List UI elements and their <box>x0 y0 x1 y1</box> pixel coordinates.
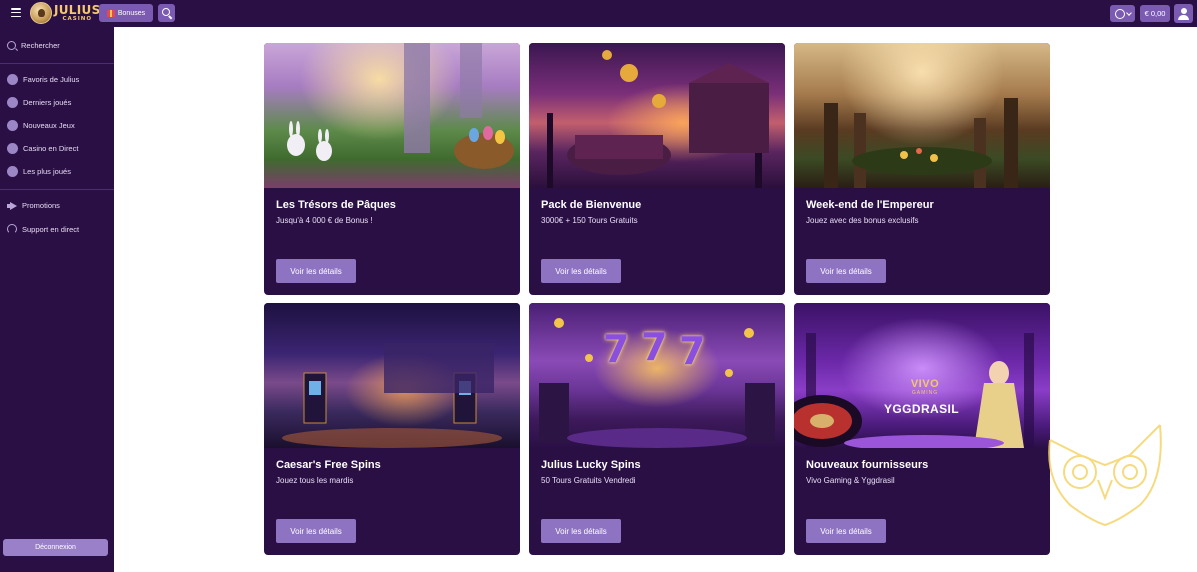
user-account-button[interactable] <box>1174 4 1193 23</box>
coliseum-scene-art <box>547 50 769 188</box>
promo-image <box>529 43 785 188</box>
promo-image <box>264 43 520 188</box>
promo-title: Julius Lucky Spins <box>541 459 641 471</box>
promo-image <box>264 303 520 448</box>
sidebar-item-derniers-joues[interactable]: Derniers joués <box>7 97 71 108</box>
sidebar-item-promotions[interactable]: Promotions <box>7 201 60 210</box>
promo-details-button[interactable]: Voir les détails <box>276 519 356 543</box>
sidebar: Rechercher Favoris de Julius Derniers jo… <box>0 27 114 572</box>
sidebar-item-label: Support en direct <box>22 224 80 234</box>
vivo-gaming-logo: VIVO GAMING <box>894 378 956 396</box>
headset-icon <box>7 224 17 234</box>
user-icon <box>1181 8 1187 14</box>
fire-icon <box>7 166 18 177</box>
yggdrasil-logo: YGGDRASIL <box>884 402 959 416</box>
logo-title: JULIUS <box>54 2 101 17</box>
search-icon <box>7 41 16 50</box>
emperor-feast-art <box>824 98 1018 188</box>
sidebar-item-label: Les plus joués <box>23 167 71 176</box>
promo-image: 7 7 7 <box>529 303 785 448</box>
promo-card-bienvenue: Pack de Bienvenue 3000€ + 150 Tours Grat… <box>529 43 785 295</box>
casino-hall-art <box>282 343 502 448</box>
promo-card-empereur: Week-end de l'Empereur Jouez avec des bo… <box>794 43 1050 295</box>
sidebar-item-label: Nouveaux Jeux <box>23 121 75 130</box>
promo-image <box>794 43 1050 188</box>
promo-card-paques: Les Trésors de Pâques Jusqu'à 4 000 € de… <box>264 43 520 295</box>
promo-subtitle: Jouez tous les mardis <box>276 476 354 485</box>
heart-icon <box>7 74 18 85</box>
logo-emblem-icon <box>30 2 52 24</box>
sidebar-item-label: Promotions <box>22 201 60 210</box>
promo-title: Caesar's Free Spins <box>276 459 381 471</box>
live-icon <box>7 143 18 154</box>
divider <box>0 63 114 64</box>
promo-subtitle: Jusqu'à 4 000 € de Bonus ! <box>276 216 373 225</box>
slot-machines-art <box>539 318 775 448</box>
owl-watermark-icon <box>1048 424 1162 527</box>
promo-subtitle: 3000€ + 150 Tours Gratuits <box>541 216 638 225</box>
easter-scene-art <box>287 43 514 169</box>
divider <box>0 189 114 190</box>
vivo-logo-main: VIVO <box>910 378 940 390</box>
balance-button[interactable]: € 0,00 <box>1140 5 1170 22</box>
roulette-goddess-art <box>794 333 1034 448</box>
promo-card-lucky: 7 7 7 Julius Lucky Spins 50 Tours Gratui… <box>529 303 785 555</box>
promo-image: VIVO GAMING YGGDRASIL <box>794 303 1050 448</box>
promo-title: Pack de Bienvenue <box>541 199 642 211</box>
sidebar-item-label: Casino en Direct <box>23 144 79 153</box>
megaphone-icon <box>7 201 17 210</box>
chevron-down-icon <box>1125 9 1132 16</box>
search-button[interactable] <box>158 4 175 22</box>
top-bar: JULIUS CASINO Bonuses € 0,00 <box>0 0 1197 27</box>
promo-details-button[interactable]: Voir les détails <box>806 519 886 543</box>
promo-title: Week-end de l'Empereur <box>806 199 934 211</box>
menu-icon[interactable] <box>11 8 21 17</box>
vivo-logo-sub: GAMING <box>911 390 939 396</box>
history-icon <box>7 97 18 108</box>
sidebar-search[interactable]: Rechercher <box>7 41 60 50</box>
promo-title: Les Trésors de Pâques <box>276 199 396 211</box>
sidebar-search-label: Rechercher <box>21 41 60 50</box>
logout-button[interactable]: Déconnexion <box>3 539 108 556</box>
gift-icon <box>106 9 115 17</box>
sidebar-item-favoris[interactable]: Favoris de Julius <box>7 74 79 85</box>
promo-card-caesar: Caesar's Free Spins Jouez tous les mardi… <box>264 303 520 555</box>
sidebar-item-plus-joues[interactable]: Les plus joués <box>7 166 71 177</box>
promo-subtitle: 50 Tours Gratuits Vendredi <box>541 476 636 485</box>
promo-subtitle: Jouez avec des bonus exclusifs <box>806 216 919 225</box>
sidebar-item-label: Derniers joués <box>23 98 72 107</box>
promo-details-button[interactable]: Voir les détails <box>806 259 886 283</box>
globe-icon <box>1114 8 1125 19</box>
sidebar-item-casino-direct[interactable]: Casino en Direct <box>7 143 78 154</box>
promo-title: Nouveaux fournisseurs <box>806 459 929 471</box>
sidebar-item-nouveaux-jeux[interactable]: Nouveaux Jeux <box>7 120 75 131</box>
bonuses-button[interactable]: Bonuses <box>99 4 153 22</box>
casino-logo[interactable]: JULIUS CASINO <box>30 2 101 24</box>
sidebar-item-label: Favoris de Julius <box>23 75 80 84</box>
bonuses-label: Bonuses <box>117 9 146 17</box>
logo-subtitle: CASINO <box>62 15 93 22</box>
promo-subtitle: Vivo Gaming & Yggdrasil <box>806 476 895 485</box>
sidebar-item-support[interactable]: Support en direct <box>7 224 79 234</box>
promo-card-fournisseurs: VIVO GAMING YGGDRASIL Nouveaux fournisse… <box>794 303 1050 555</box>
promo-details-button[interactable]: Voir les détails <box>276 259 356 283</box>
promo-details-button[interactable]: Voir les détails <box>541 259 621 283</box>
promo-details-button[interactable]: Voir les détails <box>541 519 621 543</box>
star-icon <box>7 120 18 131</box>
language-selector[interactable] <box>1110 5 1135 22</box>
